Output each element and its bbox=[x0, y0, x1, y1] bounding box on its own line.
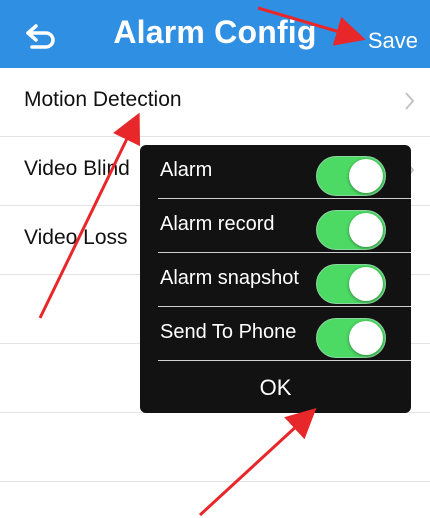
dialog-row-send-to-phone: Send To Phone bbox=[158, 307, 411, 361]
send-to-phone-toggle[interactable] bbox=[316, 318, 386, 358]
dialog-row-alarm-record: Alarm record bbox=[158, 199, 411, 253]
alarm-options-dialog: Alarm Alarm record Alarm snapshot Send T… bbox=[140, 145, 411, 413]
list-item-label: Video Loss bbox=[24, 226, 128, 249]
list-item-label: Video Blind bbox=[24, 157, 130, 180]
chevron-right-icon bbox=[405, 92, 415, 110]
dialog-row-alarm: Alarm bbox=[158, 145, 411, 199]
alarm-snapshot-toggle[interactable] bbox=[316, 264, 386, 304]
ok-button[interactable]: OK bbox=[140, 371, 411, 411]
list-item-empty bbox=[0, 413, 430, 482]
page-title: Alarm Config bbox=[113, 14, 317, 50]
nav-header: Alarm Config Save bbox=[0, 0, 430, 68]
toggle-knob bbox=[349, 159, 383, 193]
dialog-row-alarm-snapshot: Alarm snapshot bbox=[158, 253, 411, 307]
toggle-knob bbox=[349, 213, 383, 247]
option-label: Send To Phone bbox=[160, 321, 297, 343]
list-item-label: Motion Detection bbox=[24, 88, 182, 111]
save-button[interactable]: Save bbox=[368, 28, 418, 54]
divider bbox=[158, 360, 411, 361]
toggle-knob bbox=[349, 321, 383, 355]
list-item-motion-detection[interactable]: Motion Detection bbox=[0, 68, 430, 137]
alarm-toggle[interactable] bbox=[316, 156, 386, 196]
option-label: Alarm record bbox=[160, 213, 275, 235]
option-label: Alarm snapshot bbox=[160, 267, 299, 289]
alarm-record-toggle[interactable] bbox=[316, 210, 386, 250]
toggle-knob bbox=[349, 267, 383, 301]
option-label: Alarm bbox=[160, 159, 213, 181]
